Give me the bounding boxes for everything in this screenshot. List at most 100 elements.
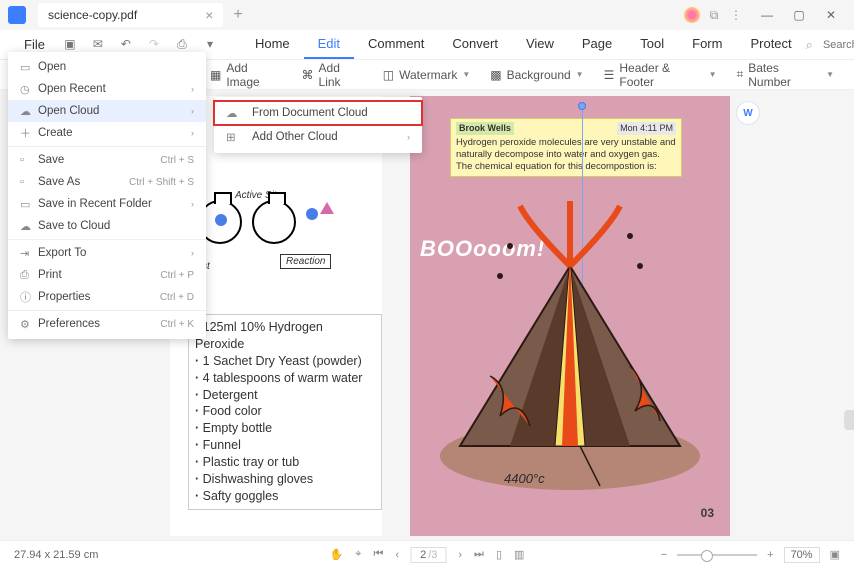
prev-page-icon[interactable]: ‹ (395, 549, 399, 561)
side-panel-toggle[interactable] (844, 410, 854, 430)
list-item: 1 Sachet Dry Yeast (powder) (195, 353, 375, 370)
list-item: Empty bottle (195, 420, 375, 437)
statusbar: 27.94 x 21.59 cm ✋ ⌖ ⏮ ‹ 2/3 › ⏭ ▯ ▥ − +… (0, 540, 854, 568)
mail-icon[interactable]: ✉ (89, 37, 107, 52)
tab-form[interactable]: Form (678, 30, 736, 59)
reaction-diagram (198, 200, 346, 244)
more-icon[interactable]: ⋮ (728, 7, 744, 23)
chevron-right-icon: › (191, 128, 194, 138)
menu-export-to[interactable]: ⇥Export To› (8, 242, 206, 264)
list-item: Plastic tray or tub (195, 454, 375, 471)
close-tab-icon[interactable]: × (205, 7, 213, 23)
last-page-icon[interactable]: ⏭ (474, 548, 484, 561)
folder-icon: ▭ (20, 61, 38, 74)
page-indicator[interactable]: 2/3 (411, 547, 446, 563)
titlebar: science-copy.pdf × + ⧉ ⋮ — ▢ ✕ (0, 0, 854, 30)
zoom-in-icon[interactable]: + (767, 549, 773, 561)
info-icon: ⓘ (20, 289, 38, 305)
chevron-right-icon: › (407, 132, 410, 142)
chevron-down-icon: ▼ (576, 70, 584, 79)
menu-save-recent-folder[interactable]: ▭Save in Recent Folder› (8, 193, 206, 215)
tab-page[interactable]: Page (568, 30, 626, 59)
menu-open-cloud[interactable]: ☁Open Cloud› (8, 100, 206, 122)
background-button[interactable]: ▩Background▼ (490, 68, 583, 82)
menu-preferences[interactable]: ⚙PreferencesCtrl + K (8, 313, 206, 335)
add-cloud-icon: ⊞ (226, 130, 242, 144)
fit-page-icon[interactable]: ▣ (830, 548, 840, 561)
menu-open[interactable]: ▭Open (8, 56, 206, 78)
continuous-page-icon[interactable]: ▥ (514, 548, 524, 561)
add-image-button[interactable]: ▦Add Image (210, 61, 282, 89)
search-icon[interactable]: ⌕ (806, 37, 813, 53)
dropdown-icon[interactable]: ▾ (201, 37, 219, 52)
tab-comment[interactable]: Comment (354, 30, 438, 59)
tab-home[interactable]: Home (241, 30, 304, 59)
share-icon[interactable]: ⧉ (706, 7, 722, 23)
zoom-out-icon[interactable]: − (661, 549, 667, 561)
page-number: 03 (701, 506, 714, 520)
single-page-icon[interactable]: ▯ (496, 548, 502, 561)
list-item: Detergent (195, 387, 375, 404)
volcano-illustration (430, 196, 710, 496)
watermark-icon: ◫ (383, 68, 394, 82)
menu-print[interactable]: ⎙PrintCtrl + P (8, 264, 206, 286)
minimize-button[interactable]: — (752, 3, 782, 27)
undo-icon[interactable]: ↶ (117, 37, 135, 52)
temperature-label: 4400°c (504, 471, 545, 486)
print-icon: ⎙ (20, 269, 38, 282)
list-item: Funnel (195, 437, 375, 454)
hand-tool-icon[interactable]: ✋ (330, 548, 344, 561)
chevron-right-icon: › (191, 248, 194, 258)
first-page-icon[interactable]: ⏮ (373, 548, 383, 561)
menu-properties[interactable]: ⓘPropertiesCtrl + D (8, 286, 206, 308)
menu-save-as[interactable]: ▫Save AsCtrl + Shift + S (8, 171, 206, 193)
resize-handle[interactable] (578, 102, 586, 110)
list-item: Dishwashing gloves (195, 471, 375, 488)
watermark-button[interactable]: ◫Watermark▼ (383, 68, 471, 82)
separator (8, 146, 206, 147)
word-export-badge[interactable]: W (736, 101, 760, 125)
document-tab[interactable]: science-copy.pdf × (38, 3, 223, 27)
bates-icon: ⌗ (736, 67, 743, 82)
create-icon: ＋ (20, 125, 38, 141)
gear-icon: ⚙ (20, 318, 38, 331)
save-quick-icon[interactable]: ▣ (61, 37, 79, 52)
redo-icon[interactable]: ↷ (145, 37, 163, 52)
submenu-add-other-cloud[interactable]: ⊞Add Other Cloud› (214, 125, 422, 149)
tab-view[interactable]: View (512, 30, 568, 59)
tab-tool[interactable]: Tool (626, 30, 678, 59)
menu-save[interactable]: ▫SaveCtrl + S (8, 149, 206, 171)
chevron-down-icon: ▼ (826, 70, 834, 79)
tab-protect[interactable]: Protect (736, 30, 805, 59)
search-tools-input[interactable] (823, 39, 854, 51)
print-icon[interactable]: ⎙ (173, 37, 191, 52)
menu-save-to-cloud[interactable]: ☁Save to Cloud (8, 215, 206, 237)
tab-edit[interactable]: Edit (304, 30, 354, 59)
add-tab-button[interactable]: + (233, 6, 242, 24)
comment-author: Brook Wells (456, 122, 514, 135)
separator (8, 239, 206, 240)
chevron-right-icon: › (191, 106, 194, 116)
add-link-button[interactable]: ⌘Add Link (302, 61, 363, 89)
save-icon: ▫ (20, 154, 38, 166)
tab-title: science-copy.pdf (48, 8, 137, 22)
file-menu-dropdown: ▭Open ◷Open Recent› ☁Open Cloud› ＋Create… (8, 52, 206, 339)
separator (8, 310, 206, 311)
tab-convert[interactable]: Convert (438, 30, 512, 59)
zoom-slider[interactable] (677, 554, 757, 556)
saveas-icon: ▫ (20, 176, 38, 188)
menu-create[interactable]: ＋Create› (8, 122, 206, 144)
bates-number-button[interactable]: ⌗Bates Number▼ (736, 61, 834, 89)
header-footer-button[interactable]: ☰Header & Footer▼ (604, 61, 717, 89)
flask-icon (252, 200, 296, 244)
cloud-download-icon: ☁ (226, 106, 242, 120)
select-tool-icon[interactable]: ⌖ (355, 548, 361, 561)
menu-open-recent[interactable]: ◷Open Recent› (8, 78, 206, 100)
next-page-icon[interactable]: › (458, 549, 462, 561)
comment-annotation[interactable]: Brook Wells Mon 4:11 PM Hydrogen peroxid… (450, 118, 682, 177)
close-window-button[interactable]: ✕ (816, 3, 846, 27)
maximize-button[interactable]: ▢ (784, 3, 814, 27)
submenu-from-document-cloud[interactable]: ☁From Document Cloud (214, 101, 422, 125)
cloud-icon: ☁ (20, 105, 38, 118)
cloud-sync-icon[interactable] (684, 7, 700, 23)
